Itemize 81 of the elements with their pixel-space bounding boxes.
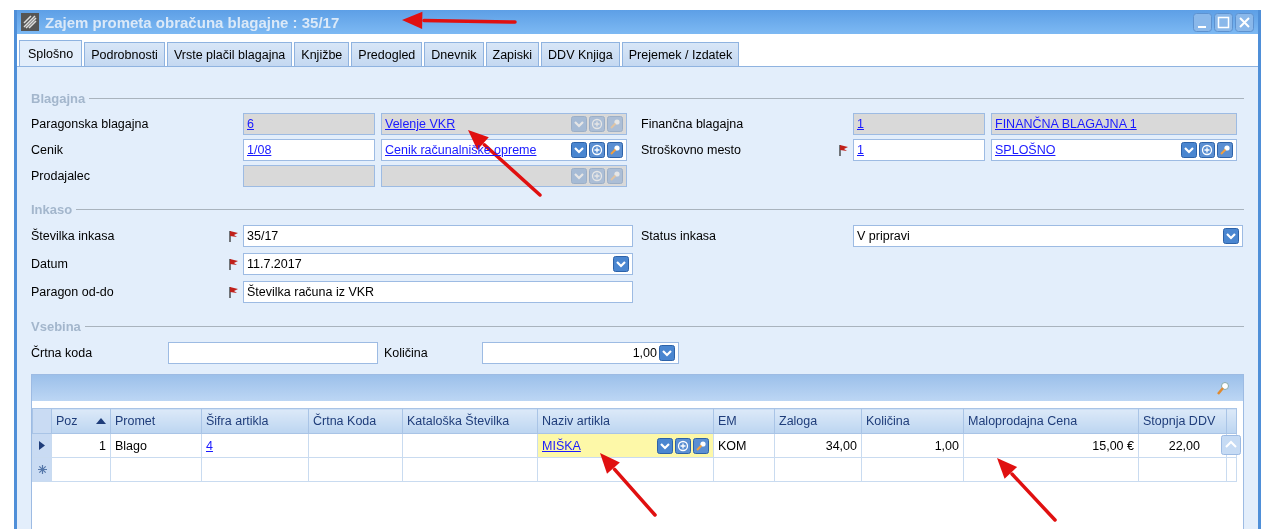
plus-icon[interactable] [589, 142, 605, 158]
input-field[interactable] [168, 342, 378, 364]
lookup-field[interactable]: SPLOŠNO [991, 139, 1237, 161]
field-label: Status inkasa [641, 229, 718, 243]
code-field[interactable]: 1 [853, 139, 985, 161]
field-label: Paragonska blagajna [31, 117, 150, 131]
column-header[interactable]: Maloprodajna Cena [963, 408, 1139, 434]
sort-icon [96, 418, 106, 424]
minimize-button[interactable] [1193, 12, 1212, 32]
window-title: Zajem prometa obračuna blagajne : 35/17 [45, 13, 340, 31]
dropdown-field[interactable]: 11.7.2017 [243, 253, 633, 275]
table-cell: 1,00 [861, 433, 964, 458]
column-header[interactable]: Kataloška Številka [402, 408, 538, 434]
tab[interactable]: Dnevnik [424, 42, 484, 66]
column-header[interactable]: Naziv artikla [537, 408, 714, 434]
search-icon[interactable] [693, 437, 709, 454]
table-cell: 1 [51, 433, 111, 458]
field-label: Količina [384, 346, 429, 360]
tab[interactable]: Predogled [351, 42, 423, 66]
table-cell: 15,00 € [963, 433, 1139, 458]
table-cell [51, 457, 111, 482]
maximize-button[interactable] [1214, 12, 1233, 32]
input-field[interactable]: Številka računa iz VKR [243, 281, 633, 303]
tab[interactable]: Prejemek / Izdatek [621, 42, 740, 66]
dropdown-icon[interactable] [1223, 228, 1239, 244]
column-header[interactable]: Količina [861, 408, 964, 434]
table-cell: Blago [110, 433, 202, 458]
field-label: Številka inkasa [31, 229, 116, 243]
close-button[interactable] [1235, 12, 1254, 32]
header-cell [1226, 408, 1237, 434]
current-row-icon [39, 440, 45, 450]
table-cell: KOM [713, 433, 775, 458]
column-header[interactable]: EM [713, 408, 775, 434]
field-label: Cenik [31, 143, 64, 157]
table-cell[interactable]: MIŠKA [537, 433, 714, 458]
dropdown-field[interactable]: V pripravi [853, 225, 1243, 247]
table-cell: 4 [201, 433, 309, 458]
column-header[interactable]: Šifra artikla [201, 408, 309, 434]
annotation-arrow [600, 453, 657, 517]
tab[interactable]: Splošno [19, 40, 83, 66]
dropdown-icon[interactable] [657, 437, 673, 454]
row-indicator[interactable] [32, 457, 52, 482]
asterisk-icon [37, 464, 47, 474]
plus-icon[interactable] [1199, 142, 1215, 158]
dropdown-icon[interactable] [571, 142, 587, 158]
field-label: Datum [31, 257, 69, 271]
lookup-field[interactable]: Cenik računalniške opreme [381, 139, 627, 161]
tab[interactable]: Zapiski [485, 42, 540, 66]
column-header[interactable]: Črtna Koda [308, 408, 403, 434]
tab[interactable]: Podrobnosti [84, 42, 165, 66]
dropdown-icon[interactable] [659, 345, 675, 361]
dropdown-icon[interactable] [1181, 142, 1197, 158]
table-cell: 34,00 [774, 433, 862, 458]
column-header[interactable]: Zaloga [774, 408, 862, 434]
section-title: Inkaso [31, 202, 73, 217]
field-label: Paragon od-do [31, 285, 115, 299]
column-header[interactable]: Stopnja DDV [1138, 408, 1227, 434]
scroll-up-button[interactable] [1221, 435, 1241, 455]
search-icon[interactable] [607, 142, 623, 158]
section-title: Vsebina [31, 319, 81, 334]
input-field[interactable]: 35/17 [243, 225, 633, 247]
section-title: Blagajna [31, 91, 86, 106]
annotation-arrow [997, 458, 1057, 522]
dropdown-icon[interactable] [613, 256, 629, 272]
row-indicator[interactable] [32, 433, 52, 458]
field-label: Prodajalec [31, 169, 92, 183]
quantity-field[interactable]: 1,00 [482, 342, 679, 364]
column-header[interactable]: Poz [51, 408, 111, 434]
column-header[interactable]: Promet [110, 408, 202, 434]
field-label: Finančna blagajna [641, 117, 745, 131]
app-icon [21, 13, 39, 31]
tab[interactable]: Vrste plačil blagajna [166, 42, 293, 66]
field-label: Črtna koda [31, 346, 94, 360]
table-cell [713, 457, 775, 482]
tab[interactable]: Knjižbe [294, 42, 350, 66]
search-icon[interactable] [1217, 142, 1233, 158]
code-field[interactable]: 1/08 [243, 139, 375, 161]
plus-icon[interactable] [675, 437, 691, 454]
tab[interactable]: DDV Knjiga [541, 42, 620, 66]
search-icon[interactable] [1215, 380, 1231, 396]
field-label: Stroškovno mesto [641, 143, 743, 157]
